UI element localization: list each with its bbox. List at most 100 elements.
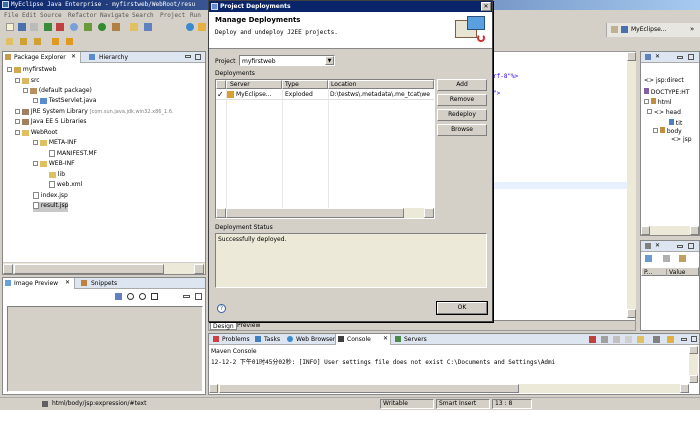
- close-icon[interactable]: ✕: [655, 53, 660, 60]
- tree-item-index-jsp[interactable]: index.jsp: [33, 192, 68, 201]
- console-horizontal-scrollbar[interactable]: [209, 384, 689, 393]
- minimize-icon[interactable]: [677, 56, 683, 59]
- scroll-left-icon[interactable]: [3, 264, 13, 274]
- tree-item-lib[interactable]: lib: [49, 171, 65, 180]
- ok-button[interactable]: OK: [436, 301, 488, 315]
- tab-console[interactable]: Console ✕: [335, 334, 391, 345]
- scroll-left-icon[interactable]: [641, 226, 650, 235]
- column-header-type[interactable]: Type: [282, 80, 328, 89]
- expand-minus-icon[interactable]: [33, 140, 38, 145]
- scroll-right-icon[interactable]: [680, 384, 689, 393]
- expand-minus-icon[interactable]: [653, 128, 658, 133]
- print-icon[interactable]: [30, 23, 38, 31]
- project-select[interactable]: myfirstweb ▼: [239, 55, 335, 66]
- scroll-down-icon[interactable]: [627, 309, 636, 318]
- prev-annotation-icon[interactable]: [34, 38, 41, 45]
- tree-item-webroot[interactable]: WebRoot: [15, 129, 58, 138]
- open-perspective-icon[interactable]: [611, 26, 618, 33]
- minimize-icon[interactable]: [185, 55, 191, 58]
- restore-icon[interactable]: [679, 255, 686, 262]
- minimize-icon[interactable]: [183, 295, 190, 298]
- scroll-right-icon[interactable]: [690, 226, 699, 235]
- more-perspectives-icon[interactable]: »: [690, 25, 694, 33]
- maximize-icon[interactable]: [195, 54, 201, 60]
- outline-horizontal-scrollbar[interactable]: [641, 226, 699, 235]
- scroll-right-icon[interactable]: [194, 264, 204, 274]
- tab-image-preview[interactable]: Image Preview ✕: [3, 278, 75, 289]
- tree-item-result-jsp[interactable]: result.jsp: [33, 202, 69, 212]
- menu-refactor[interactable]: Refactor: [68, 12, 97, 19]
- column-header-location[interactable]: Location: [328, 80, 434, 89]
- expand-minus-icon[interactable]: [23, 88, 28, 93]
- outline-item[interactable]: <> jsp:direct: [644, 77, 684, 84]
- zoom-fit-icon[interactable]: [115, 293, 122, 300]
- help-icon[interactable]: ?: [217, 304, 226, 313]
- browse-button[interactable]: Browse: [437, 124, 487, 136]
- minimize-icon[interactable]: [677, 245, 683, 248]
- scroll-left-icon[interactable]: [209, 384, 218, 393]
- tab-hierarchy[interactable]: Hierarchy: [85, 52, 139, 63]
- properties-col-property[interactable]: P...: [644, 269, 652, 276]
- tab-preview[interactable]: Preview: [235, 322, 262, 329]
- console-vertical-scrollbar[interactable]: [689, 346, 698, 383]
- menu-search[interactable]: Search: [132, 12, 154, 19]
- menu-navigate[interactable]: Navigate: [100, 12, 129, 19]
- outline-item[interactable]: tit: [669, 119, 682, 127]
- scroll-right-icon[interactable]: [424, 208, 434, 218]
- expand-minus-icon[interactable]: [33, 161, 38, 166]
- tab-web-browser[interactable]: Web Browser: [285, 334, 335, 345]
- tree-item-testservlet[interactable]: TestServlet.java: [33, 97, 96, 106]
- menu-file[interactable]: File: [4, 12, 18, 19]
- expand-plus-icon[interactable]: [15, 109, 20, 114]
- tree-item-default-package[interactable]: (default package): [23, 87, 92, 96]
- open-type-icon[interactable]: [144, 23, 152, 31]
- forward-arrow-icon[interactable]: [66, 38, 73, 45]
- search-icon[interactable]: [130, 23, 138, 31]
- pin-icon[interactable]: [6, 38, 13, 45]
- tab-tasks[interactable]: Tasks: [253, 334, 283, 345]
- open-console-icon[interactable]: [667, 336, 674, 343]
- outline-item[interactable]: body: [653, 127, 682, 135]
- tree-item-meta-inf[interactable]: META-INF: [33, 139, 77, 148]
- close-icon[interactable]: ✕: [383, 335, 388, 342]
- expand-minus-icon[interactable]: [15, 78, 20, 83]
- tree-item-manifest[interactable]: MANIFEST.MF: [49, 150, 97, 159]
- horizontal-scrollbar[interactable]: [3, 262, 205, 274]
- display-console-icon[interactable]: [653, 336, 660, 343]
- expand-minus-icon[interactable]: [647, 109, 652, 114]
- tab-package-explorer[interactable]: Package Explorer ✕: [3, 52, 81, 63]
- tree-item-src[interactable]: src: [15, 77, 40, 86]
- outline-item[interactable]: <> jsp: [671, 136, 692, 143]
- close-icon[interactable]: ✕: [655, 242, 660, 249]
- categories-icon[interactable]: [645, 255, 652, 262]
- menu-source[interactable]: Source: [40, 12, 62, 19]
- clear-console-icon[interactable]: [613, 336, 620, 343]
- prev-edit-icon[interactable]: [198, 23, 206, 31]
- outline-item[interactable]: html: [644, 98, 672, 106]
- actual-size-icon[interactable]: [151, 293, 158, 300]
- maximize-icon[interactable]: [688, 243, 694, 249]
- terminate-icon[interactable]: [589, 336, 596, 343]
- console-output-line[interactable]: 12-12-2 下午01时45分02秒: [INFO] User setting…: [211, 357, 555, 366]
- table-horizontal-scrollbar[interactable]: [216, 208, 434, 218]
- zoom-in-icon[interactable]: [127, 293, 134, 300]
- add-button[interactable]: Add: [437, 79, 487, 91]
- table-row[interactable]: ✓ MyEclipse... Exploded D:\testws\.metad…: [216, 90, 434, 100]
- filter-icon[interactable]: [663, 255, 670, 262]
- back-arrow-icon[interactable]: [52, 38, 59, 45]
- debug-icon[interactable]: [84, 23, 92, 31]
- expand-minus-icon[interactable]: [15, 130, 20, 135]
- expand-minus-icon[interactable]: [7, 67, 12, 72]
- maximize-icon[interactable]: [691, 336, 697, 342]
- properties-col-value[interactable]: Value: [666, 269, 685, 276]
- expand-minus-icon[interactable]: [644, 99, 649, 104]
- pin-console-icon[interactable]: [637, 336, 644, 343]
- editor-vertical-scrollbar[interactable]: [627, 52, 636, 318]
- dialog-close-button[interactable]: ✕: [481, 2, 491, 11]
- tree-item-web-xml[interactable]: web.xml: [49, 181, 82, 190]
- next-annotation-icon[interactable]: [20, 38, 27, 45]
- close-icon[interactable]: ✕: [65, 279, 70, 286]
- menu-edit[interactable]: Edit: [22, 12, 36, 19]
- tree-item-web-inf[interactable]: WEB-INF: [33, 160, 75, 169]
- tree-item-javaee[interactable]: Java EE 5 Libraries: [15, 118, 87, 127]
